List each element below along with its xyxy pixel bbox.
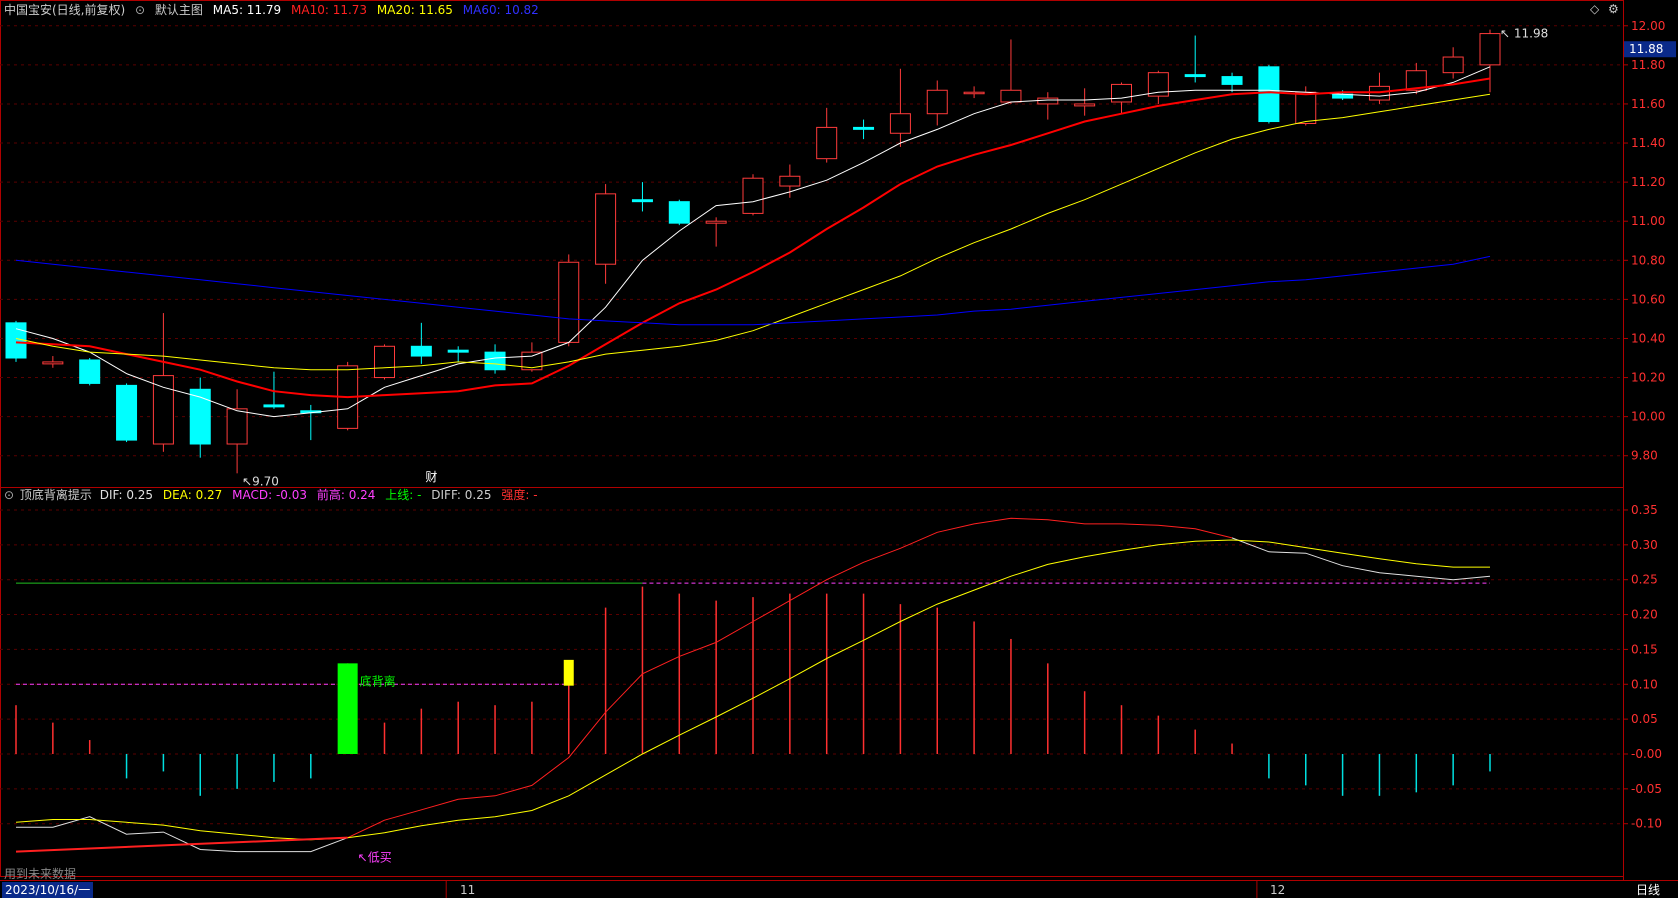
period-tab[interactable]: 日线 <box>1636 882 1660 898</box>
candle-body <box>1258 66 1280 123</box>
indicator-tick-label: -0.05 <box>1631 782 1662 796</box>
ma-line-ma10 <box>15 77 1491 399</box>
future-data-notice: 用到未来数据 <box>4 867 77 881</box>
price-tick-label: 10.60 <box>1631 292 1665 306</box>
bottom-trend-line <box>15 836 348 853</box>
gear-icon[interactable]: ⚙ <box>1608 2 1619 16</box>
price-tick-label: 11.20 <box>1631 175 1665 189</box>
candle-body <box>1000 89 1022 103</box>
price-tick-label: 12.00 <box>1631 19 1665 33</box>
indicator-tick-label: 0.10 <box>1631 677 1658 691</box>
indicator-tick-label: -0.00 <box>1631 747 1662 761</box>
low-buy-label: ↖低买 <box>358 851 392 865</box>
price-tick-label: 11.40 <box>1631 136 1665 150</box>
candle-body <box>1037 97 1059 105</box>
event-marker: 财 <box>425 470 437 484</box>
candle-body <box>226 408 248 445</box>
price-tick-label: 10.20 <box>1631 371 1665 385</box>
current-price-label: 11.88 <box>1629 42 1663 56</box>
upper-line-label: 上线: - <box>385 488 422 502</box>
candle-body <box>1442 56 1464 74</box>
ma5-label: MA5: 11.79 <box>212 3 282 17</box>
candle-body <box>1111 83 1132 103</box>
main-chart-header: 中国宝安(日线,前复权) ⊙ 默认主图 MA5: 11.79 MA10: 11.… <box>4 2 545 18</box>
candle-body <box>963 91 985 95</box>
dif-line-early <box>16 816 348 853</box>
indicator-dropdown-icon[interactable]: ⊙ <box>4 488 14 502</box>
cursor-date: 2023/10/16/一 <box>2 882 94 898</box>
price-tick-label: 10.00 <box>1631 410 1665 424</box>
candle-body <box>742 177 764 214</box>
candle-body <box>374 345 395 379</box>
candle-body <box>1221 76 1243 85</box>
template-label[interactable]: 默认主图 <box>155 3 203 17</box>
diamond-icon[interactable]: ◇ <box>1590 2 1599 16</box>
candle-body <box>1074 103 1096 107</box>
month-12-label: 12 <box>1270 883 1286 897</box>
macd-label: MACD: -0.03 <box>232 488 308 502</box>
divergence-bar <box>337 663 358 754</box>
candle-body <box>705 220 727 224</box>
dif-line-late <box>1231 537 1491 581</box>
ma-line-ma60 <box>15 255 1491 326</box>
ma20-label: MA20: 11.65 <box>376 3 453 17</box>
month-11-label: 11 <box>460 883 476 897</box>
price-tick-label: 11.00 <box>1631 214 1665 228</box>
indicator-header: ⊙ 顶底背离提示 DIF: 0.25 DEA: 0.27 MACD: -0.03… <box>4 487 544 503</box>
prev-high-label: 前高: 0.24 <box>316 488 376 502</box>
candle-body <box>263 404 285 408</box>
price-tick-label: 10.40 <box>1631 331 1665 345</box>
price-tick-label: 10.80 <box>1631 253 1665 267</box>
stock-chart-canvas[interactable]: 12.00 11.80 11.60 11.40 11.20 11.00 10.80 10.60… <box>0 0 1678 898</box>
dif-label: DIF: 0.25 <box>99 488 154 502</box>
candle-body <box>631 199 653 203</box>
diff-label: DIFF: 0.25 <box>431 488 492 502</box>
template-dropdown-icon[interactable]: ⊙ <box>135 3 145 17</box>
indicator-tick-label: 0.20 <box>1631 608 1658 622</box>
indicator-tick-label: -0.10 <box>1631 817 1662 831</box>
candle-body <box>1184 74 1206 78</box>
candle-body <box>1295 91 1317 124</box>
candle-body <box>79 359 101 384</box>
ma60-label: MA60: 10.82 <box>462 3 539 17</box>
dea-label: DEA: 0.27 <box>162 488 223 502</box>
indicator-tick-label: 0.30 <box>1631 538 1658 552</box>
candle-body <box>447 349 469 353</box>
candle-body <box>926 89 948 115</box>
divergence-label: 底背离 <box>360 674 396 689</box>
candle-body <box>42 361 64 365</box>
indicator-tick-label: 0.05 <box>1631 712 1658 726</box>
indicator-name[interactable]: 顶底背离提示 <box>20 488 92 502</box>
indicator-tick-label: 0.35 <box>1631 503 1658 517</box>
ma10-label: MA10: 11.73 <box>291 3 368 17</box>
candle-body <box>668 201 690 224</box>
candle-body <box>1479 33 1501 66</box>
indicator-tick-label: 0.25 <box>1631 573 1658 587</box>
price-tick-label: 11.60 <box>1631 97 1665 111</box>
candle-body <box>116 384 138 441</box>
high-price-label: ↖ 11.98 <box>1500 27 1548 41</box>
price-tick-label: 9.80 <box>1631 449 1658 463</box>
candle-body <box>779 175 801 187</box>
candle-body <box>595 193 617 265</box>
price-tick-label: 11.80 <box>1631 58 1665 72</box>
indicator-panel-frame <box>0 487 1624 877</box>
candle-body <box>853 126 875 130</box>
candle-body <box>558 261 580 343</box>
indicator-tick-label: 0.15 <box>1631 642 1658 656</box>
stock-title: 中国宝安(日线,前复权) <box>4 3 126 17</box>
strength-label: 强度: - <box>501 488 538 502</box>
candle-body <box>889 113 911 134</box>
candle-body <box>816 126 838 160</box>
candle-body <box>152 375 174 445</box>
candle-body <box>484 351 506 371</box>
candle-body <box>410 345 432 357</box>
warning-bar <box>563 659 574 686</box>
ma-line-ma20 <box>15 93 1491 371</box>
